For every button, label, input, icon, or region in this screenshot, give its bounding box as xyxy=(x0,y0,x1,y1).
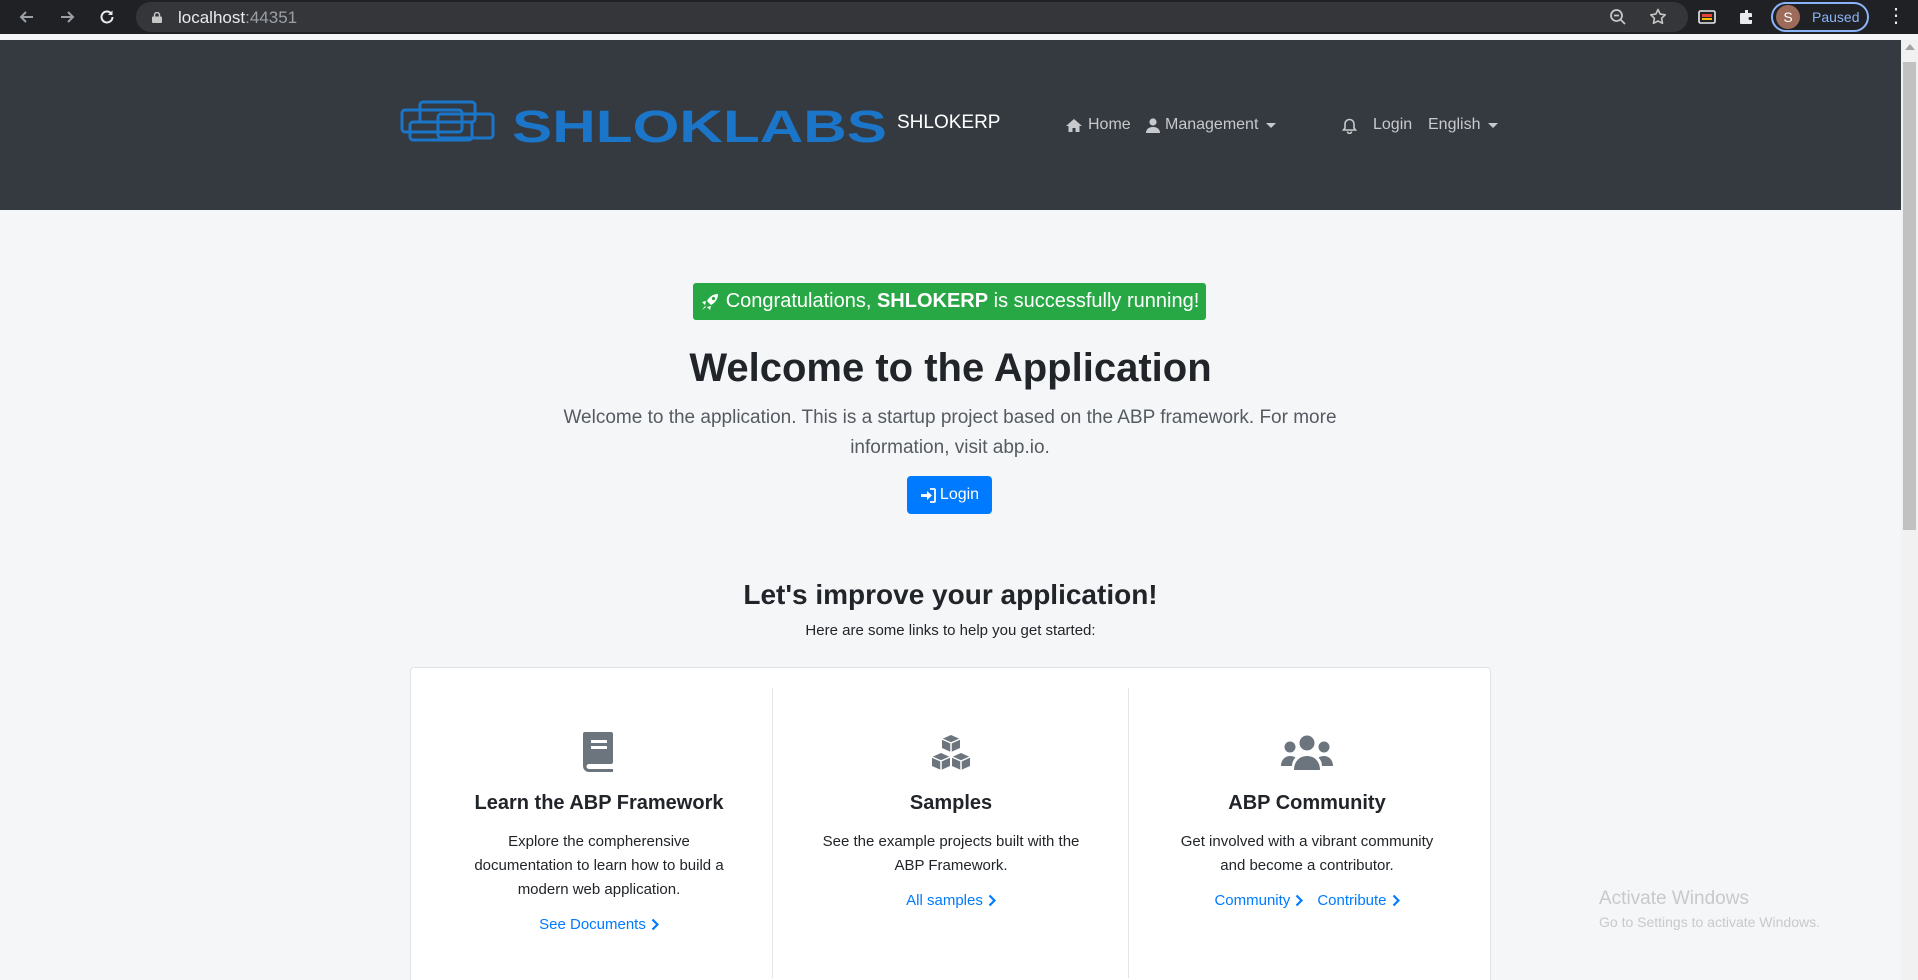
feature-learn: Learn the ABP Framework Explore the comp… xyxy=(429,724,769,933)
nav-management-label: Management xyxy=(1165,116,1259,133)
profile-status: Paused xyxy=(1812,9,1860,25)
home-icon xyxy=(1066,118,1082,132)
column-divider xyxy=(1128,688,1129,978)
url-text: localhost:44351 xyxy=(178,8,298,27)
address-bar[interactable]: localhost:44351 xyxy=(136,2,1688,32)
feature-title: Samples xyxy=(909,792,993,814)
improve-heading: Let's improve your application! xyxy=(743,579,1158,610)
reload-icon[interactable] xyxy=(94,4,120,30)
users-icon xyxy=(1281,735,1333,770)
page-title: Welcome to the Application xyxy=(689,346,1212,390)
feature-title: Learn the ABP Framework xyxy=(474,792,724,814)
book-icon xyxy=(583,732,613,772)
chevron-right-icon xyxy=(988,894,996,907)
zoom-icon[interactable] xyxy=(1606,5,1630,29)
links-card: Learn the ABP Framework Explore the comp… xyxy=(410,667,1491,980)
login-button-label: Login xyxy=(939,486,980,503)
scroll-up-icon[interactable] xyxy=(1905,44,1915,50)
user-icon xyxy=(1146,117,1160,133)
kebab-menu-icon[interactable]: ⋮ xyxy=(1886,5,1906,29)
brand-name[interactable]: SHLOKERP xyxy=(897,112,1000,134)
windows-activation-watermark: Activate Windows Go to Settings to activ… xyxy=(1599,888,1820,930)
improve-subtitle: Here are some links to help you get star… xyxy=(805,622,1096,639)
chevron-down-icon xyxy=(1266,122,1277,128)
chevron-down-icon xyxy=(1488,122,1499,128)
language-label: English xyxy=(1428,116,1481,133)
app-navbar: SHLOKLABS SHLOKERP Home Management Login… xyxy=(0,40,1901,210)
feature-description: See the example projects built with the … xyxy=(822,833,1080,874)
rocket-icon xyxy=(701,293,718,310)
community-link[interactable]: Community xyxy=(1214,892,1304,909)
success-badge: Congratulations, SHLOKERP is successfull… xyxy=(693,283,1206,320)
feature-community: ABP Community Get involved with a vibran… xyxy=(1137,724,1477,909)
sign-in-icon xyxy=(920,487,936,503)
browser-toolbar: localhost:44351 S Paused ⋮ xyxy=(0,0,1918,34)
lock-icon xyxy=(152,12,162,23)
scroll-thumb[interactable] xyxy=(1903,62,1916,530)
feature-title: ABP Community xyxy=(1228,792,1386,814)
cubes-icon xyxy=(931,735,971,770)
chevron-right-icon xyxy=(651,918,659,931)
svg-text:SHLOKLABS: SHLOKLABS xyxy=(512,101,887,152)
page-scrollbar[interactable] xyxy=(1901,40,1918,980)
nav-home-label: Home xyxy=(1088,116,1131,133)
contribute-link[interactable]: Contribute xyxy=(1317,892,1400,909)
badge-text: Congratulations, SHLOKERP is successfull… xyxy=(725,290,1200,312)
avatar: S xyxy=(1776,5,1800,29)
cast-icon[interactable] xyxy=(1695,5,1719,29)
lead-text: Welcome to the application. This is a st… xyxy=(555,403,1345,463)
feature-samples: Samples See the example projects built w… xyxy=(781,724,1121,909)
chevron-right-icon xyxy=(1392,894,1400,907)
nav-home[interactable]: Home xyxy=(1065,116,1131,134)
extensions-icon[interactable] xyxy=(1735,5,1759,29)
login-button[interactable]: Login xyxy=(907,476,992,514)
see-documents-link[interactable]: See Documents xyxy=(539,916,659,933)
chevron-right-icon xyxy=(1296,894,1304,907)
nav-login[interactable]: Login xyxy=(1373,116,1412,134)
profile-button[interactable]: S Paused xyxy=(1771,2,1869,32)
feature-description: Explore the compherensive documentation … xyxy=(474,833,724,898)
lead-line-2: information, visit abp.io. xyxy=(850,437,1050,458)
language-dropdown[interactable]: English xyxy=(1428,116,1499,134)
nav-management[interactable]: Management xyxy=(1146,116,1277,134)
all-samples-link[interactable]: All samples xyxy=(906,892,996,909)
back-icon[interactable] xyxy=(14,4,40,30)
forward-icon[interactable] xyxy=(54,4,80,30)
shloklabs-logo[interactable]: SHLOKLABS xyxy=(400,100,890,152)
star-icon[interactable] xyxy=(1646,5,1670,29)
feature-description: Get involved with a vibrant community an… xyxy=(1180,833,1434,874)
nav-login-label: Login xyxy=(1373,116,1413,133)
lead-line-1: Welcome to the application. This is a st… xyxy=(563,407,1337,428)
bell-icon[interactable] xyxy=(1342,118,1357,134)
column-divider xyxy=(772,688,773,978)
